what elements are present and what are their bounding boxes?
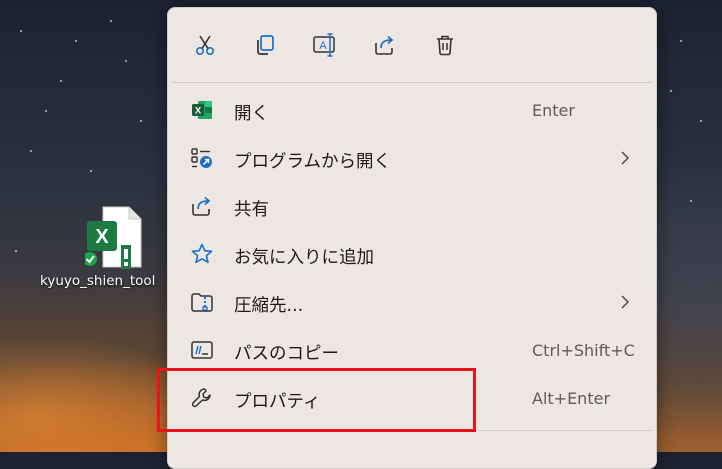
scissors-icon bbox=[195, 35, 215, 56]
context-menu-toolbar: A bbox=[168, 8, 656, 82]
copy-icon bbox=[257, 35, 274, 55]
menu-item-open[interactable]: X 開く Enter bbox=[172, 88, 650, 132]
share-icon bbox=[375, 35, 394, 55]
cut-button[interactable] bbox=[190, 30, 220, 60]
toolbar-separator bbox=[172, 82, 652, 83]
delete-button[interactable] bbox=[430, 30, 460, 60]
menu-item-label: プログラムから開く bbox=[234, 152, 391, 172]
rename-button[interactable]: A bbox=[310, 30, 340, 60]
excel-icon: X bbox=[192, 101, 212, 119]
menu-item-share[interactable]: 共有 bbox=[172, 184, 650, 228]
svg-text:X: X bbox=[95, 226, 109, 248]
chevron-right-icon bbox=[621, 151, 629, 165]
menu-item-open-with[interactable]: プログラムから開く bbox=[172, 136, 650, 180]
menu-item-label: 圧縮先... bbox=[234, 296, 304, 316]
copy-button[interactable] bbox=[250, 30, 280, 60]
svg-text:X: X bbox=[195, 106, 202, 117]
rename-icon: A bbox=[313, 33, 335, 57]
excel-file-icon: X bbox=[85, 206, 142, 269]
shortcut-label: Ctrl+Shift+C bbox=[532, 341, 635, 360]
star-icon bbox=[191, 243, 213, 264]
menu-item-add-favorite[interactable]: お気に入りに追加 bbox=[172, 232, 650, 276]
share-icon bbox=[192, 196, 211, 216]
copy-path-icon bbox=[191, 341, 213, 359]
chevron-right-icon bbox=[621, 295, 629, 309]
shortcut-label: Enter bbox=[532, 101, 575, 120]
open-with-icon bbox=[191, 148, 212, 168]
annotation-highlight-box bbox=[157, 368, 476, 432]
svg-text:A: A bbox=[319, 40, 327, 52]
share-button[interactable] bbox=[370, 30, 400, 60]
zip-folder-icon bbox=[191, 293, 213, 312]
file-name-label: kyuyo_shien_tool bbox=[40, 273, 156, 289]
menu-item-compress[interactable]: 圧縮先... bbox=[172, 280, 650, 324]
menu-item-label: パスのコピー bbox=[234, 344, 339, 364]
menu-item-copy-path[interactable]: パスのコピー Ctrl+Shift+C bbox=[172, 328, 650, 372]
shortcut-label: Alt+Enter bbox=[532, 389, 611, 408]
menu-item-label: 開く bbox=[234, 104, 269, 124]
menu-item-label: 共有 bbox=[234, 200, 269, 220]
menu-item-label: お気に入りに追加 bbox=[234, 248, 374, 268]
trash-icon bbox=[437, 35, 453, 56]
